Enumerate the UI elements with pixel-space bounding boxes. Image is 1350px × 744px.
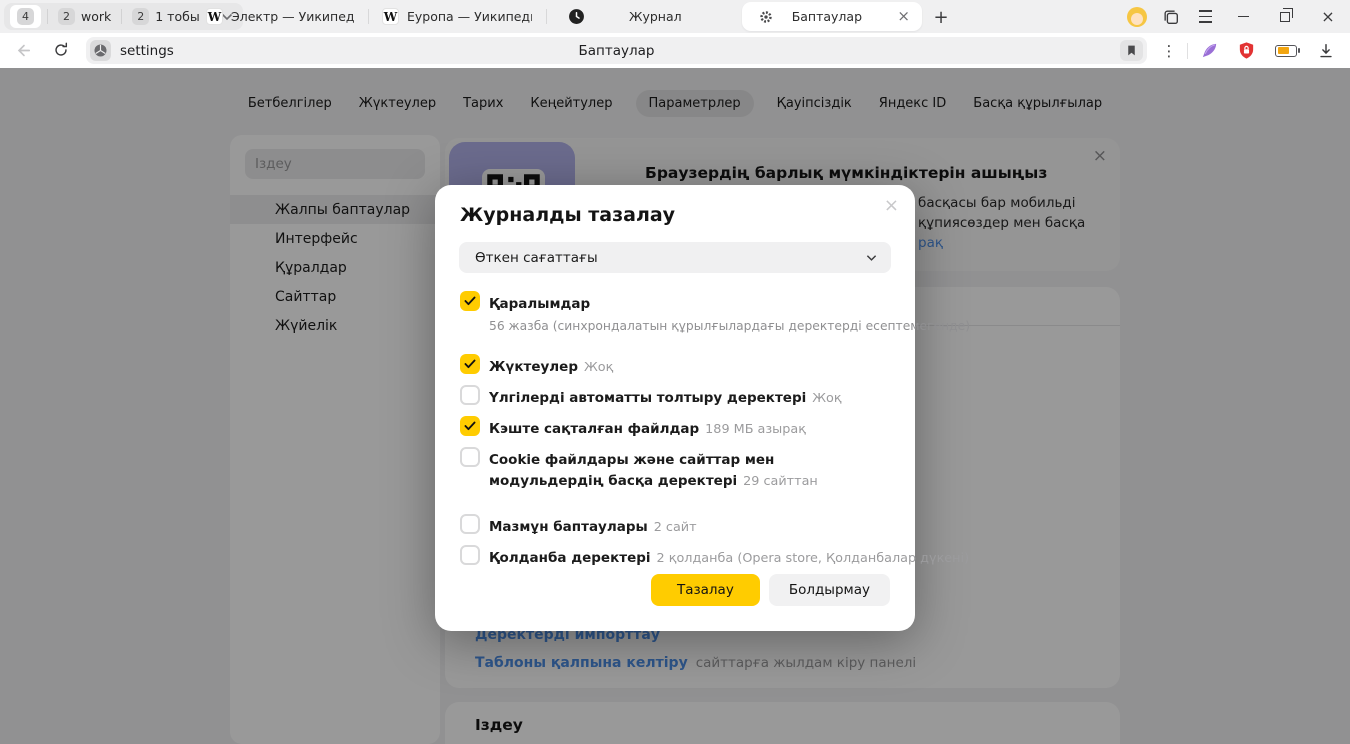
downloads-icon[interactable] bbox=[1310, 34, 1342, 67]
close-window-button[interactable]: × bbox=[1306, 0, 1350, 33]
tab-journal[interactable]: Журнал bbox=[552, 0, 734, 33]
tab-group-count: 2 bbox=[58, 8, 75, 25]
checkbox-cache[interactable] bbox=[460, 416, 480, 436]
divider bbox=[368, 9, 369, 24]
item-annotation: 29 сайттан bbox=[743, 474, 818, 489]
list-item: Үлгілерді автоматты толтыру деректері Жоқ bbox=[460, 385, 892, 408]
more-icon[interactable]: ⋮ bbox=[1157, 34, 1181, 67]
clock-icon bbox=[568, 8, 585, 25]
restore-button[interactable] bbox=[1264, 0, 1306, 33]
list-item: Қолданба деректері2 қолданба (Opera stor… bbox=[460, 545, 892, 568]
divider bbox=[47, 9, 48, 24]
list-item: Мазмұн баптаулары 2 сайт bbox=[460, 514, 892, 537]
item-annotation: Жоқ bbox=[812, 391, 841, 406]
menu-icon[interactable] bbox=[1188, 0, 1222, 33]
list-item: Жүктеулер Жоқ bbox=[460, 354, 892, 377]
list-item: Кэште сақталған файлдар 189 МБ азырақ bbox=[460, 416, 892, 439]
divider bbox=[121, 9, 122, 24]
url-field[interactable]: settings Баптаулар bbox=[86, 37, 1147, 64]
tab-group-work[interactable]: 2 work bbox=[54, 5, 115, 28]
clear-history-dialog: Журналды тазалау × Өткен сағаттағы Қарал… bbox=[435, 185, 915, 631]
clear-items-list: Қаралымдар 56 жазба (синхрондалатын құры… bbox=[460, 291, 892, 576]
divider bbox=[546, 9, 547, 24]
checkbox-content-settings[interactable] bbox=[460, 514, 480, 534]
item-label: Cookie файлдары және сайттар мен модульд… bbox=[489, 452, 774, 489]
checkbox-history[interactable] bbox=[460, 291, 480, 311]
spacer bbox=[460, 336, 892, 354]
reload-icon[interactable] bbox=[52, 41, 70, 63]
tab-title: Журнал bbox=[629, 9, 682, 24]
tab-electr-wikipedia[interactable]: W Электр — Уикипедия bbox=[196, 0, 364, 33]
item-annotation: 2 қолданба (Opera store, Қолданбалар дүк… bbox=[657, 551, 970, 566]
time-range-select[interactable]: Өткен сағаттағы bbox=[459, 242, 891, 273]
battery-icon[interactable] bbox=[1268, 34, 1304, 67]
protect-shield-icon[interactable] bbox=[1230, 34, 1262, 67]
item-subtitle: 56 жазба (синхрондалатын құрылғылардағы … bbox=[489, 317, 970, 336]
close-tab-icon[interactable]: × bbox=[897, 9, 910, 24]
item-label: Қолданба деректері bbox=[489, 550, 651, 566]
item-annotation: Жоқ bbox=[584, 360, 613, 375]
item-annotation: 189 МБ азырақ bbox=[705, 422, 806, 437]
tab-group-label: work bbox=[81, 9, 111, 24]
window-controls: × bbox=[1120, 0, 1350, 33]
clear-button[interactable]: Тазалау bbox=[651, 574, 760, 606]
minimize-button[interactable] bbox=[1222, 0, 1264, 33]
item-annotation: 2 сайт bbox=[654, 520, 697, 535]
divider bbox=[1187, 43, 1188, 59]
item-label: Мазмұн баптаулары bbox=[489, 519, 648, 535]
gear-icon bbox=[758, 9, 774, 25]
checkbox-downloads[interactable] bbox=[460, 354, 480, 374]
checkbox-autofill[interactable] bbox=[460, 385, 480, 405]
dialog-close-icon[interactable]: × bbox=[884, 195, 899, 216]
profile-avatar[interactable] bbox=[1120, 0, 1154, 33]
cancel-button[interactable]: Болдырмау bbox=[769, 574, 890, 606]
tab-group-count: 2 bbox=[132, 8, 149, 25]
wikipedia-favicon: W bbox=[382, 8, 399, 25]
tab-title: Электр — Уикипедия bbox=[231, 9, 354, 24]
chevron-down-icon bbox=[866, 254, 877, 262]
tab-bar: 4 2 work 2 1 тобы W Электр — Уикипедия W… bbox=[0, 0, 1350, 33]
tab-group-label: 1 тобы bbox=[155, 9, 199, 24]
tab-group-count: 4 bbox=[17, 8, 34, 25]
tab-group-1-toby[interactable]: 2 1 тобы bbox=[128, 5, 203, 28]
back-icon[interactable] bbox=[14, 41, 33, 64]
item-label: Жүктеулер bbox=[489, 359, 578, 375]
tab-title: Баптаулар bbox=[792, 9, 862, 24]
time-range-value: Өткен сағаттағы bbox=[475, 250, 598, 266]
wikipedia-favicon: W bbox=[206, 8, 223, 25]
new-tab-button[interactable]: + bbox=[928, 4, 954, 30]
item-label: Үлгілерді автоматты толтыру деректері bbox=[489, 390, 806, 406]
tab-settings[interactable]: Баптаулар × bbox=[742, 2, 922, 31]
extension-feather-icon[interactable] bbox=[1194, 34, 1224, 67]
tab-europa-wikipedia[interactable]: W Еуропа — Уикипедия bbox=[372, 0, 542, 33]
item-label: Кэште сақталған файлдар bbox=[489, 421, 699, 437]
checkbox-app-data[interactable] bbox=[460, 545, 480, 565]
panels-icon[interactable] bbox=[1154, 0, 1188, 33]
tab-title: Еуропа — Уикипедия bbox=[407, 9, 532, 24]
tab-group-current[interactable]: 4 bbox=[10, 5, 41, 28]
dialog-title: Журналды тазалау bbox=[460, 204, 675, 226]
list-item: Қаралымдар 56 жазба (синхрондалатын құры… bbox=[460, 291, 892, 336]
address-bar-page-title: Баптаулар bbox=[86, 43, 1147, 59]
address-bar: settings Баптаулар ⋮ bbox=[0, 33, 1350, 68]
checkbox-cookies[interactable] bbox=[460, 447, 480, 467]
list-item: Cookie файлдары және сайттар мен модульд… bbox=[460, 447, 892, 491]
spacer bbox=[460, 499, 892, 514]
item-label: Қаралымдар bbox=[489, 296, 590, 312]
